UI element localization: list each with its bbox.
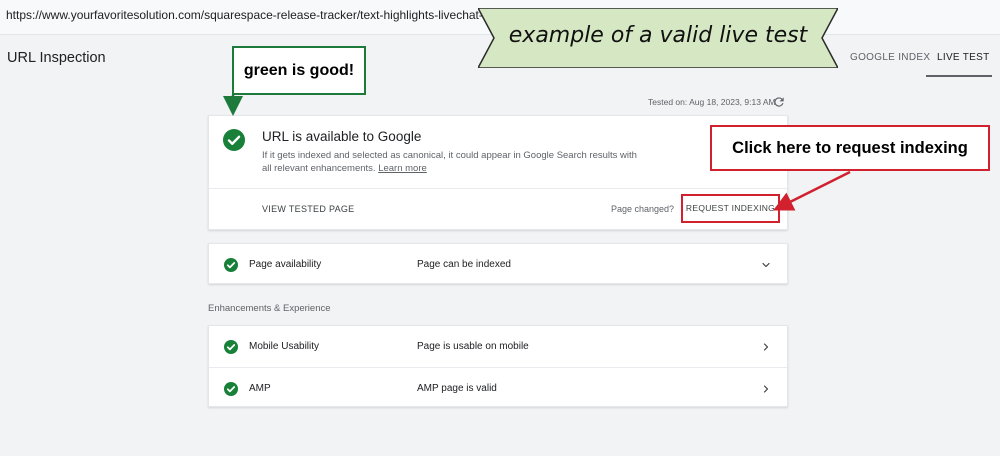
request-indexing-button[interactable]: REQUEST INDEXING [681,194,780,223]
active-tab-indicator [926,75,992,77]
page-availability-card[interactable]: Page availability Page can be indexed [208,243,788,284]
view-tested-page-button[interactable]: VIEW TESTED PAGE [262,204,354,214]
red-arrow [773,170,851,211]
list-item[interactable]: Page availability Page can be indexed [209,244,787,285]
check-circle-icon [224,382,238,396]
status-description: If it gets indexed and selected as canon… [262,149,642,175]
banner-text: example of a valid live test [508,23,808,48]
enhancements-card: Mobile Usability Page is usable on mobil… [208,325,788,407]
tab-google-index[interactable]: GOOGLE INDEX [850,52,930,63]
amp-value: AMP page is valid [417,383,497,394]
learn-more-link[interactable]: Learn more [378,163,427,174]
card-divider [209,188,787,189]
page-changed-label: Page changed? [611,204,675,214]
status-description-text: If it gets indexed and selected as canon… [262,150,637,174]
tested-on-timestamp: Tested on: Aug 18, 2023, 9:13 AM [648,97,776,107]
check-circle-icon [224,340,238,354]
availability-value: Page can be indexed [417,259,511,270]
list-item[interactable]: Mobile Usability Page is usable on mobil… [209,326,787,367]
mobile-usability-label: Mobile Usability [249,341,320,352]
list-item[interactable]: AMP AMP page is valid [209,367,787,408]
check-circle-icon [224,258,238,272]
chevron-right-icon[interactable] [760,383,772,395]
tab-live-test[interactable]: LIVE TEST [937,52,990,63]
chevron-right-icon[interactable] [760,341,772,353]
url-status-card: URL is available to Google If it gets in… [208,115,788,230]
check-circle-icon [223,129,245,151]
red-callout: Click here to request indexing [710,125,990,171]
amp-label: AMP [249,383,271,394]
availability-label: Page availability [249,259,322,270]
mobile-usability-value: Page is usable on mobile [417,341,529,352]
green-callout: green is good! [232,46,366,95]
refresh-icon[interactable] [772,95,786,109]
url-text[interactable]: https://www.yourfavoritesolution.com/squ… [6,8,547,22]
status-title: URL is available to Google [262,129,422,144]
page-title: URL Inspection [7,50,106,66]
chevron-down-icon[interactable] [760,259,772,271]
section-label: Enhancements & Experience [208,303,331,314]
